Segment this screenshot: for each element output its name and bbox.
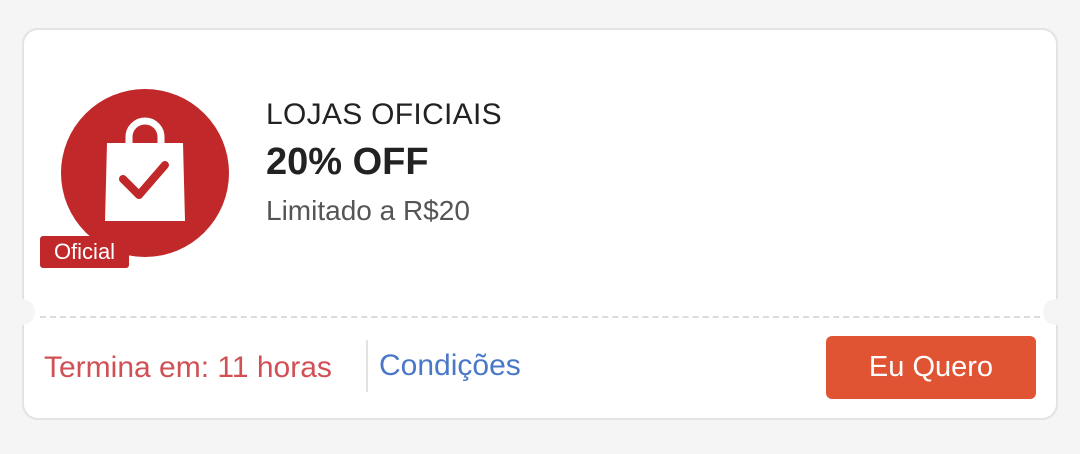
offer-category: LOJAS OFICIAIS bbox=[266, 98, 502, 131]
ticket-notch-left bbox=[9, 299, 35, 325]
footer-divider bbox=[366, 340, 368, 392]
conditions-link[interactable]: Condições bbox=[379, 349, 521, 383]
ticket-notch-right bbox=[1043, 299, 1069, 325]
claim-coupon-button[interactable]: Eu Quero bbox=[826, 336, 1036, 399]
offer-discount: 20% OFF bbox=[266, 141, 429, 183]
expiry-text: Termina em: 11 horas bbox=[44, 351, 332, 384]
badge-label: Oficial bbox=[40, 236, 129, 268]
ticket-separator bbox=[40, 316, 1040, 318]
shopping-bag-check-icon bbox=[105, 117, 185, 221]
offer-limit: Limitado a R$20 bbox=[266, 195, 470, 226]
